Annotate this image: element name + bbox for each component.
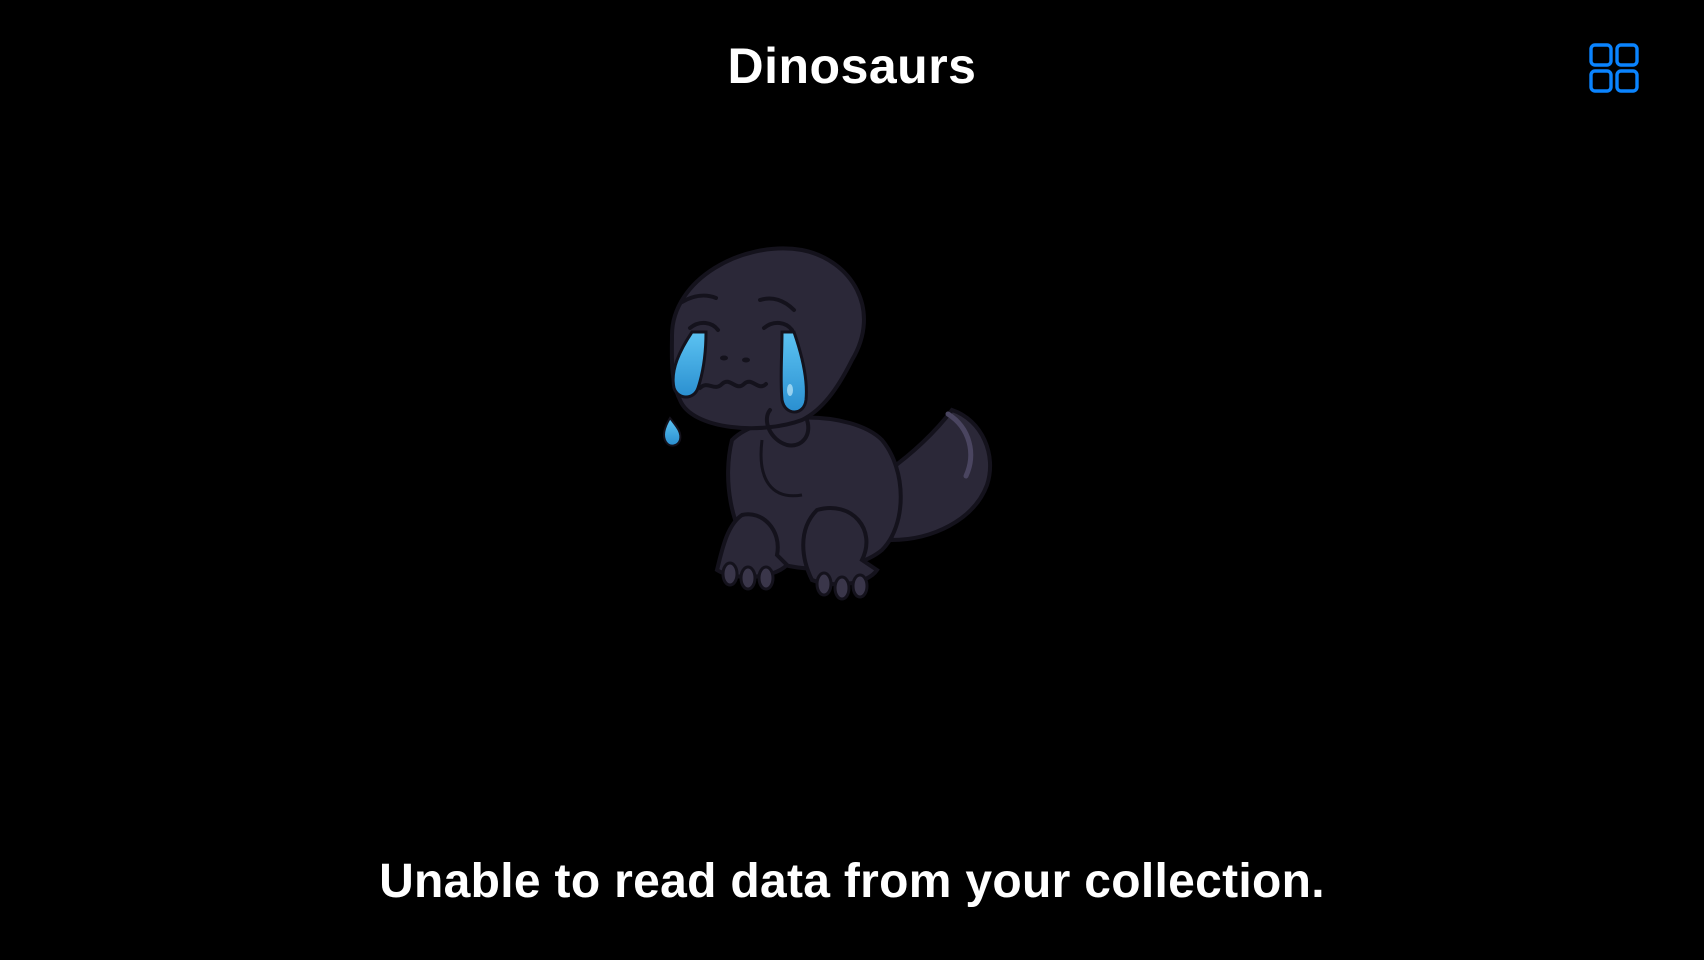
empty-state-screen: Dinosaurs Unable to read data from your … (0, 0, 1704, 960)
grid-layout-icon (1589, 43, 1639, 93)
error-message: Unable to read data from your collection… (379, 855, 1325, 908)
page-title: Dinosaurs (727, 38, 977, 94)
grid-view-button[interactable] (1588, 42, 1640, 94)
crying-dinosaur-illustration (652, 240, 1052, 640)
crying-dinosaur-icon (662, 246, 993, 601)
